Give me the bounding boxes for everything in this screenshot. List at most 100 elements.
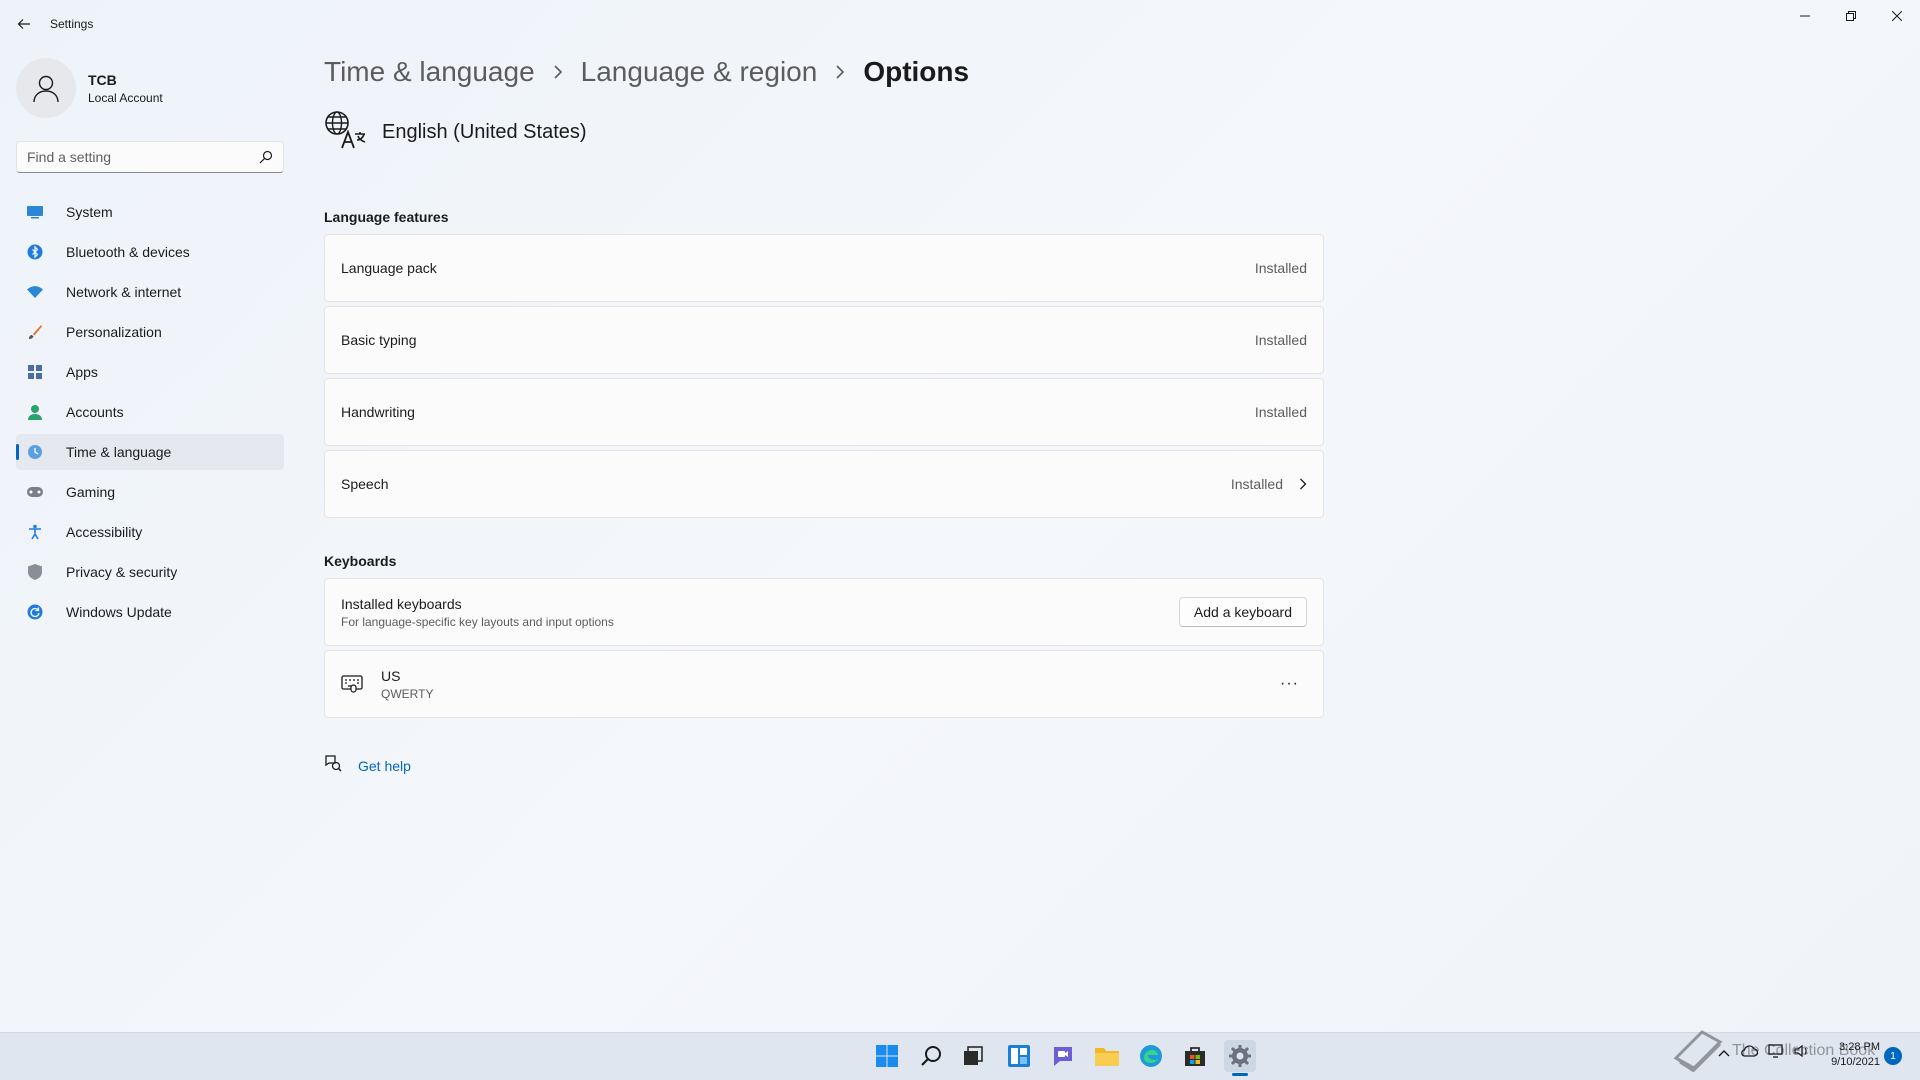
more-options-button[interactable]: ··· — [1272, 671, 1307, 697]
sidebar-item-accessibility[interactable]: Accessibility — [16, 514, 284, 550]
store-icon — [1185, 1047, 1205, 1066]
sidebar-item-windows-update[interactable]: Windows Update — [16, 594, 284, 630]
clock-time: 3:28 PM — [1839, 1041, 1880, 1053]
keyboard-layout: QWERTY — [381, 686, 434, 701]
feature-speech[interactable]: Speech Installed — [324, 450, 1324, 518]
user-profile[interactable]: TCB Local Account — [16, 58, 278, 118]
installed-keyboards-description: For language-specific key layouts and in… — [341, 614, 614, 629]
restore-button[interactable] — [1828, 0, 1874, 32]
search-input[interactable] — [27, 149, 247, 165]
sidebar-item-bluetooth[interactable]: Bluetooth & devices — [16, 234, 284, 270]
search-box[interactable] — [16, 141, 284, 173]
chevron-up-icon[interactable] — [1718, 1046, 1730, 1060]
feature-basic-typing: Basic typing Installed — [324, 306, 1324, 374]
sidebar-item-label: Accessibility — [66, 524, 143, 540]
feature-status: Installed — [1254, 332, 1307, 348]
keyboard-item-us: US QWERTY ··· — [324, 650, 1324, 718]
gamepad-icon — [26, 483, 44, 501]
sidebar-item-system[interactable]: System — [16, 194, 284, 230]
feature-label: Language pack — [341, 260, 437, 276]
gear-icon — [1229, 1045, 1251, 1067]
sidebar-item-accounts[interactable]: Accounts — [16, 394, 284, 430]
sidebar-item-label: Gaming — [66, 484, 116, 500]
chat-button[interactable] — [1047, 1040, 1079, 1072]
accessibility-icon — [26, 523, 44, 541]
network-icon[interactable] — [1768, 1044, 1784, 1061]
book-icon — [1673, 1030, 1723, 1073]
sidebar-item-label: Apps — [66, 364, 98, 380]
feature-language-pack: Language pack Installed — [324, 234, 1324, 302]
sidebar-item-personalization[interactable]: Personalization — [16, 314, 284, 350]
close-button[interactable] — [1874, 0, 1920, 32]
sidebar-item-gaming[interactable]: Gaming — [16, 474, 284, 510]
accounts-icon — [26, 403, 44, 421]
breadcrumb-language-region[interactable]: Language & region — [581, 56, 818, 88]
sidebar-item-label: System — [66, 204, 113, 220]
sidebar-item-label: Personalization — [66, 324, 162, 340]
widgets-button[interactable] — [1003, 1040, 1035, 1072]
brush-icon — [26, 323, 44, 341]
sidebar-item-label: Network & internet — [66, 284, 182, 300]
help-icon — [324, 754, 342, 777]
keyboard-icon — [341, 674, 365, 694]
feature-label: Handwriting — [341, 404, 415, 420]
add-keyboard-button[interactable]: Add a keyboard — [1178, 597, 1307, 627]
taskbar-search-button[interactable] — [915, 1040, 947, 1072]
feature-status: Installed — [1254, 260, 1307, 276]
feature-label: Basic typing — [341, 332, 417, 348]
volume-icon[interactable] — [1794, 1044, 1810, 1061]
start-button[interactable] — [871, 1040, 903, 1072]
system-icon — [26, 203, 44, 221]
search-icon[interactable] — [259, 150, 273, 169]
feature-label: Speech — [341, 476, 389, 492]
section-title-language-features: Language features — [324, 209, 449, 225]
store-button[interactable] — [1179, 1040, 1211, 1072]
installed-keyboards-label: Installed keyboards — [341, 595, 462, 612]
keyboard-name: US — [381, 667, 401, 684]
breadcrumb-time-language[interactable]: Time & language — [324, 56, 535, 88]
sidebar-item-network[interactable]: Network & internet — [16, 274, 284, 310]
avatar — [16, 58, 76, 118]
edge-button[interactable] — [1135, 1040, 1167, 1072]
sidebar-item-label: Accounts — [66, 404, 124, 420]
chevron-right-icon — [835, 65, 845, 79]
language-icon — [324, 110, 366, 155]
sidebar-item-label: Bluetooth & devices — [66, 244, 190, 260]
title-bar: Settings — [0, 0, 1920, 48]
task-view-icon — [964, 1046, 983, 1065]
sidebar-item-privacy[interactable]: Privacy & security — [16, 554, 284, 590]
active-app-indicator — [1232, 1073, 1248, 1076]
get-help[interactable]: Get help — [324, 754, 411, 777]
task-view-button[interactable] — [957, 1040, 989, 1072]
arrow-left-icon — [17, 19, 30, 29]
clock[interactable]: 3:28 PM 9/10/2021 — [1820, 1040, 1880, 1070]
sidebar-item-apps[interactable]: Apps — [16, 354, 284, 390]
update-icon — [26, 603, 44, 621]
sidebar-item-time-language[interactable]: Time & language — [16, 434, 284, 470]
apps-icon — [26, 363, 44, 381]
minimize-button[interactable] — [1782, 0, 1828, 32]
shield-icon — [26, 563, 44, 581]
back-button[interactable] — [12, 12, 36, 36]
widgets-icon — [1008, 1045, 1030, 1067]
feature-status: Installed — [1230, 476, 1283, 492]
chevron-right-icon — [1299, 478, 1307, 490]
cloud-icon[interactable] — [1740, 1045, 1759, 1060]
get-help-link[interactable]: Get help — [358, 758, 411, 774]
globe-clock-icon — [26, 443, 44, 461]
chevron-right-icon — [553, 65, 563, 79]
edge-icon — [1140, 1045, 1162, 1067]
search-icon — [921, 1046, 941, 1066]
settings-window: Settings TCB Local Account System — [0, 0, 1920, 1032]
page-title: Options — [863, 56, 970, 87]
minimize-icon — [1800, 15, 1810, 17]
settings-taskbar-button[interactable] — [1224, 1040, 1256, 1072]
sidebar-item-label: Windows Update — [66, 604, 172, 620]
file-explorer-button[interactable] — [1091, 1040, 1123, 1072]
feature-handwriting: Handwriting Installed — [324, 378, 1324, 446]
notification-badge[interactable]: 1 — [1884, 1047, 1902, 1065]
app-title: Settings — [50, 17, 94, 31]
system-tray — [1718, 1044, 1810, 1061]
restore-icon — [1846, 11, 1856, 21]
bluetooth-icon — [26, 243, 44, 261]
